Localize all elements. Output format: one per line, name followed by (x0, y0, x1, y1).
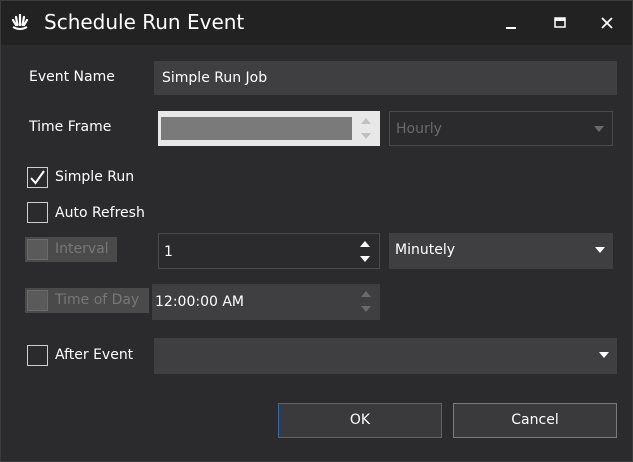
time-of-day-option: Time of Day (25, 288, 149, 313)
spin-up-icon (361, 291, 371, 297)
spin-down-icon (361, 133, 371, 139)
time-frame-stepper (158, 111, 380, 146)
minimize-icon (506, 27, 516, 29)
chevron-down-icon (595, 247, 605, 253)
title-bar[interactable]: Schedule Run Event (1, 1, 632, 45)
auto-refresh-label[interactable]: Auto Refresh (55, 204, 145, 222)
time-frame-option: Hourly (396, 121, 442, 137)
event-name-input[interactable]: Simple Run Job (154, 61, 617, 95)
spin-up-icon[interactable] (359, 240, 371, 248)
after-event-label[interactable]: After Event (55, 346, 133, 364)
time-frame-label: Time Frame (29, 119, 112, 135)
time-of-day-value: 12:00:00 AM (155, 294, 244, 310)
ok-button[interactable]: OK (278, 403, 442, 438)
time-of-day-checkbox (27, 290, 48, 311)
simple-run-checkbox[interactable] (27, 167, 48, 188)
spin-down-icon[interactable] (359, 255, 371, 263)
after-event-checkbox[interactable] (27, 345, 48, 366)
simple-run-label[interactable]: Simple Run (55, 168, 134, 186)
close-button[interactable] (593, 9, 621, 37)
auto-refresh-checkbox[interactable] (27, 202, 48, 223)
checkmark-icon (30, 170, 45, 185)
event-name-label: Event Name (29, 69, 115, 85)
interval-unit-dropdown[interactable]: Minutely (389, 233, 613, 269)
app-logo-icon (11, 13, 29, 30)
close-icon (601, 17, 613, 29)
maximize-icon (554, 17, 566, 28)
chevron-down-icon (599, 352, 609, 358)
chevron-down-icon (594, 126, 604, 132)
interval-stepper[interactable]: 1 (158, 233, 380, 269)
time-of-day-label: Time of Day (55, 292, 140, 308)
time-of-day-picker: 12:00:00 AM (152, 284, 380, 320)
spin-up-icon (361, 118, 371, 124)
interval-option: Interval (25, 237, 117, 262)
after-event-dropdown[interactable] (154, 338, 617, 374)
time-frame-dropdown: Hourly (389, 111, 613, 146)
window-title: Schedule Run Event (44, 10, 245, 34)
spin-down-icon (361, 306, 371, 312)
interval-value[interactable]: 1 (164, 243, 173, 261)
interval-unit-value: Minutely (395, 242, 455, 258)
time-frame-value (161, 117, 352, 140)
maximize-button[interactable] (546, 9, 574, 37)
minimize-button[interactable] (497, 9, 525, 37)
interval-checkbox (27, 239, 48, 260)
schedule-run-event-dialog: Schedule Run Event Event Name Simple Run… (0, 0, 633, 462)
cancel-button[interactable]: Cancel (453, 403, 617, 438)
interval-label: Interval (55, 241, 109, 257)
